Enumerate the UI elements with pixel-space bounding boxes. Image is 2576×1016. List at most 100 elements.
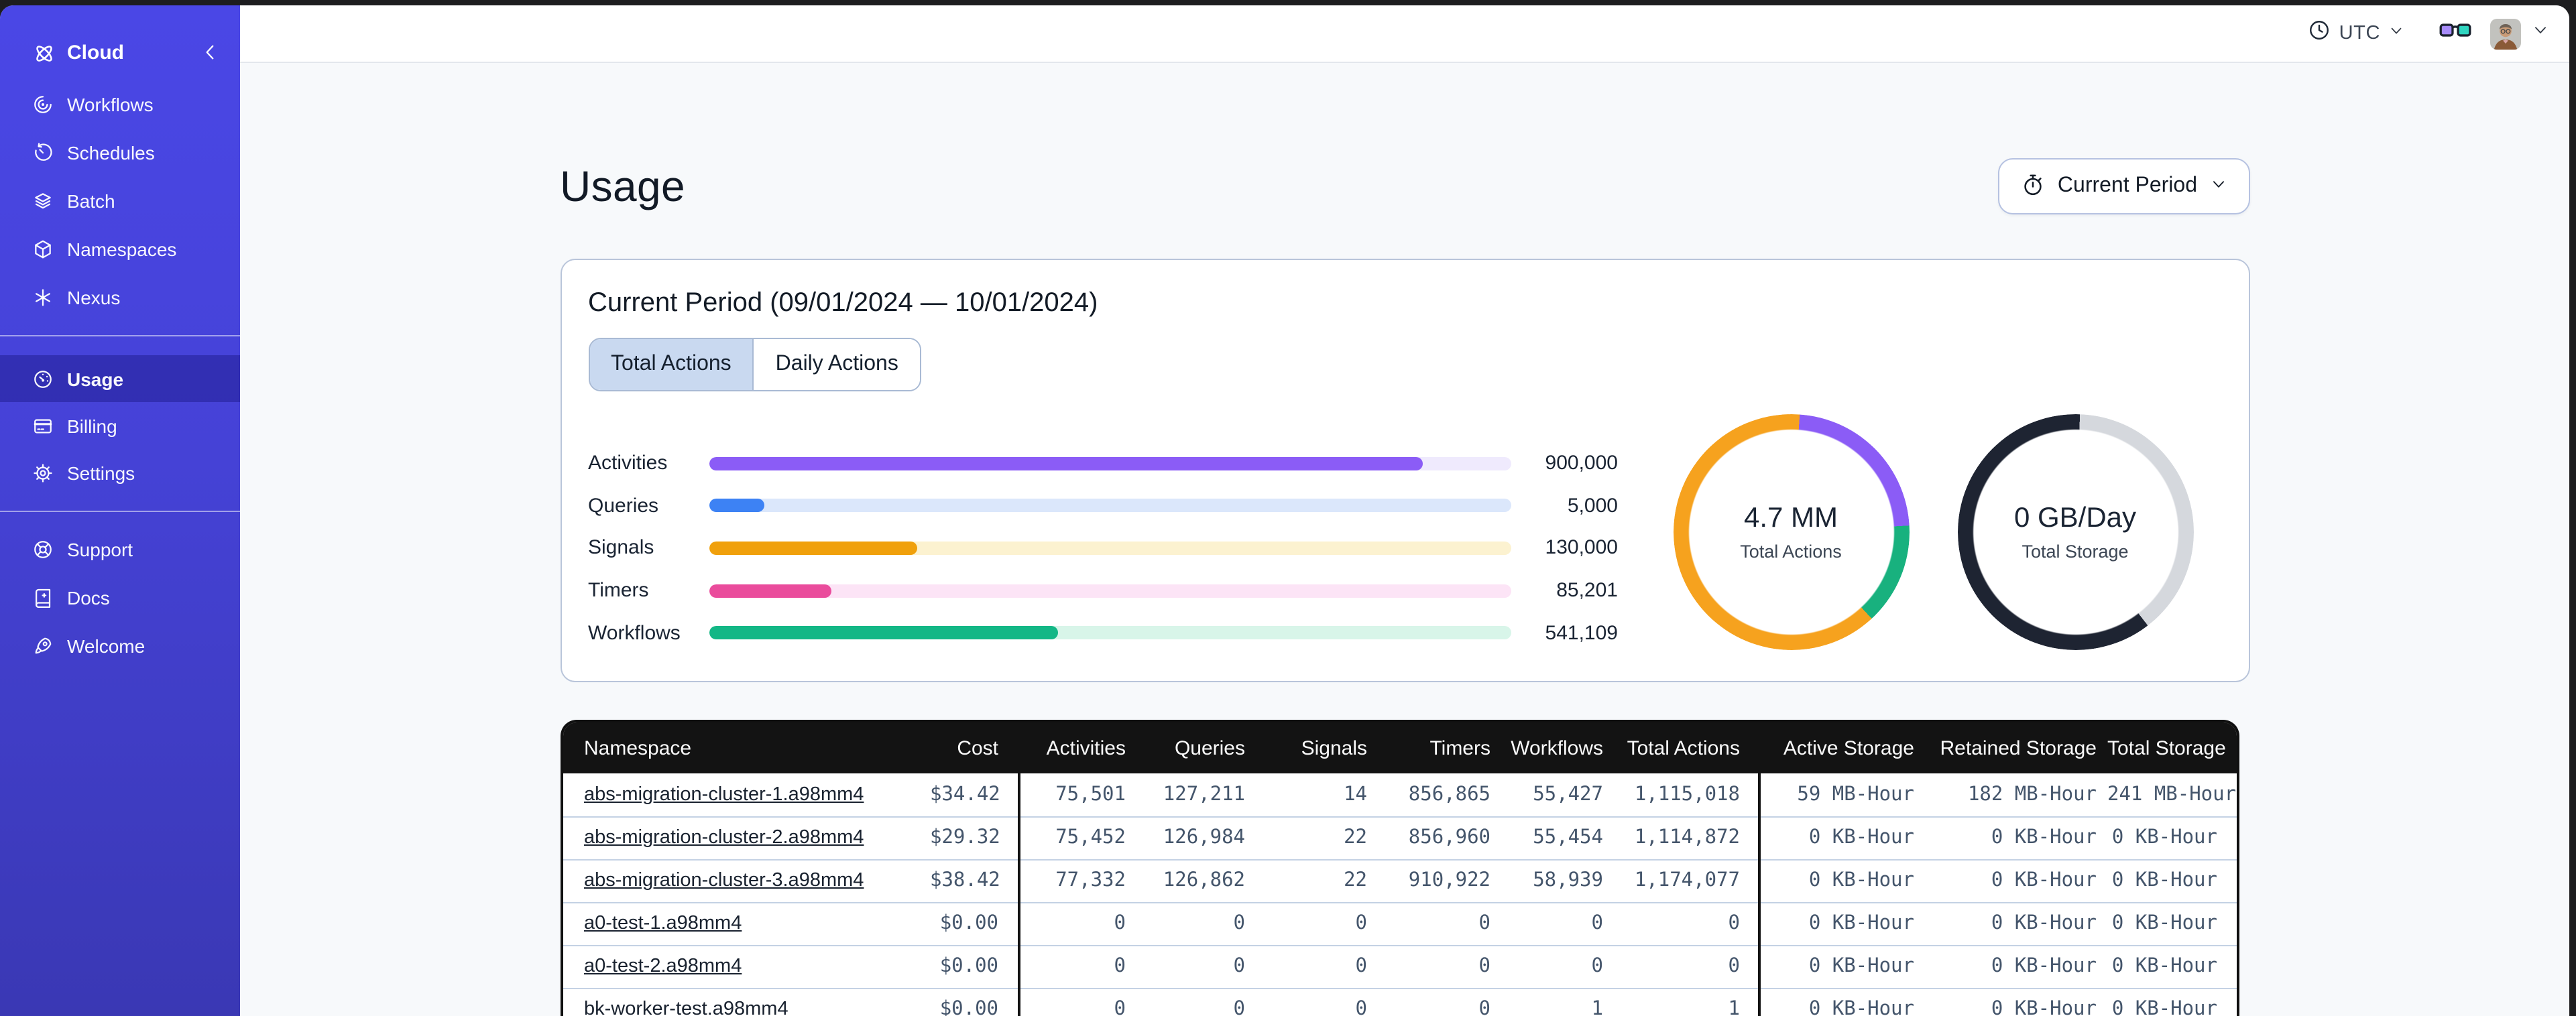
table-cell: $29.32 [930, 816, 1020, 860]
table-cell: 910,922 [1378, 859, 1501, 903]
table-cell: 0 [1136, 902, 1256, 946]
table-cell: 0 KB-Hour [1925, 902, 2107, 946]
sidebar-item-nexus[interactable]: Nexus [0, 273, 240, 322]
table-cell: 0 KB-Hour [2107, 902, 2236, 946]
sidebar-item-support[interactable]: Support [0, 525, 240, 574]
column-header-active-storage[interactable]: Active Storage [1759, 722, 1925, 773]
bar-row-timers: Timers 85,201 [588, 570, 1618, 612]
table-cell: $0.00 [930, 988, 1020, 1016]
avatar[interactable] [2490, 18, 2521, 49]
sidebar-item-namespaces[interactable]: Namespaces [0, 225, 240, 273]
sidebar-divider [0, 511, 240, 512]
table-cell: $38.42 [930, 859, 1020, 903]
glasses-icon[interactable] [2439, 20, 2471, 47]
table-cell: 0 KB-Hour [1925, 816, 2107, 860]
namespace-link[interactable]: abs-migration-cluster-1.a98mm4 [563, 773, 930, 817]
tab-total-actions[interactable]: Total Actions [589, 339, 753, 390]
tab-daily-actions[interactable]: Daily Actions [752, 339, 920, 390]
column-header-signals[interactable]: Signals [1256, 722, 1378, 773]
table-cell: 856,865 [1378, 773, 1501, 817]
sidebar-item-billing[interactable]: Billing [0, 402, 240, 449]
table-cell: 0 [1614, 902, 1760, 946]
sidebar-item-label: Usage [67, 368, 124, 389]
donut-label: Total Storage [2022, 541, 2129, 562]
usage-gauge-icon [32, 368, 54, 389]
bar-value: 900,000 [1545, 452, 1618, 475]
column-header-namespace[interactable]: Namespace [563, 722, 930, 773]
table-cell: 0 KB-Hour [1925, 859, 2107, 903]
period-selector-label: Current Period [2057, 174, 2197, 197]
bar-value: 5,000 [1567, 494, 1618, 517]
sidebar-item-usage[interactable]: Usage [0, 355, 240, 402]
period-selector-button[interactable]: Current Period [1998, 158, 2249, 214]
table-cell: 0 KB-Hour [1759, 988, 1925, 1016]
table-cell: 1,174,077 [1614, 859, 1760, 903]
bar-label: Workflows [588, 621, 681, 645]
sidebar-footer-nav: Support Docs Welcome [0, 525, 240, 670]
bar-label: Timers [588, 579, 649, 602]
chevron-down-icon [2388, 21, 2404, 46]
table-cell: 55,427 [1501, 773, 1614, 817]
batch-layers-icon [32, 190, 54, 212]
column-header-cost[interactable]: Cost [930, 722, 1020, 773]
column-header-retained-storage[interactable]: Retained Storage [1925, 722, 2107, 773]
timezone-selector[interactable]: UTC [2308, 19, 2404, 48]
current-period-card: Current Period (09/01/2024 — 10/01/2024)… [560, 259, 2249, 682]
table-cell: 0 KB-Hour [1759, 859, 1925, 903]
temporal-cloud-app: Cloud Workflows Schedules Batch Namespac… [0, 0, 2576, 1016]
sidebar-item-settings[interactable]: Settings [0, 449, 240, 496]
namespace-link[interactable]: abs-migration-cluster-3.a98mm4 [563, 859, 930, 903]
column-header-queries[interactable]: Queries [1136, 722, 1256, 773]
namespaces-cube-icon [32, 239, 54, 260]
table-cell: 0 [1136, 988, 1256, 1016]
column-header-total-storage[interactable]: Total Storage [2107, 722, 2236, 773]
table-cell: 0 KB-Hour [1759, 816, 1925, 860]
namespace-link[interactable]: a0-test-2.a98mm4 [563, 945, 930, 989]
table-row: abs-migration-cluster-1.a98mm4 $34.42 75,5… [563, 773, 2236, 817]
bar-fill [709, 499, 765, 513]
table-cell: 14 [1256, 773, 1378, 817]
cloud-orbit-icon [32, 42, 54, 63]
sidebar-divider [0, 335, 240, 336]
donut-value: 0 GB/Day [2013, 502, 2137, 533]
table-cell: 0 [1378, 945, 1501, 989]
account-menu-chevron-icon[interactable] [2532, 21, 2549, 46]
column-header-timers[interactable]: Timers [1378, 722, 1501, 773]
table-cell: 22 [1256, 816, 1378, 860]
table-cell: 0 [1501, 902, 1614, 946]
nexus-asterisk-icon [32, 287, 54, 308]
namespace-link[interactable]: abs-migration-cluster-2.a98mm4 [563, 816, 930, 860]
table-cell: 126,862 [1136, 859, 1256, 903]
sidebar-item-docs[interactable]: Docs [0, 574, 240, 622]
table-cell: 0 KB-Hour [1925, 988, 2107, 1016]
table-cell: 0 [1501, 945, 1614, 989]
stopwatch-icon [2022, 172, 2046, 200]
table-cell: 22 [1256, 859, 1378, 903]
table-cell: 0 [1378, 902, 1501, 946]
sidebar-collapse-icon[interactable] [200, 42, 221, 63]
sidebar-item-label: Billing [67, 415, 117, 436]
namespace-link[interactable]: a0-test-1.a98mm4 [563, 902, 930, 946]
table-cell: $34.42 [930, 773, 1020, 817]
workflows-spiral-icon [32, 94, 54, 115]
table-cell: 0 KB-Hour [1925, 945, 2107, 989]
sidebar-item-welcome[interactable]: Welcome [0, 622, 240, 670]
bar-row-workflows: Workflows 541,109 [588, 612, 1618, 654]
column-header-activities[interactable]: Activities [1018, 722, 1136, 773]
sidebar-item-workflows[interactable]: Workflows [0, 80, 240, 129]
sidebar-brand[interactable]: Cloud [0, 35, 240, 70]
table-row: abs-migration-cluster-2.a98mm4 $29.32 75,4… [563, 816, 2236, 860]
content-area: Usage Current Period Current Period (09/… [240, 63, 2569, 1016]
page-title: Usage [560, 162, 685, 210]
table-cell: 0 [1378, 988, 1501, 1016]
sidebar-item-schedules[interactable]: Schedules [0, 129, 240, 177]
bar-row-signals: Signals 130,000 [588, 527, 1618, 569]
bar-row-activities: Activities 900,000 [588, 442, 1618, 485]
sidebar-item-batch[interactable]: Batch [0, 177, 240, 225]
app-window: Cloud Workflows Schedules Batch Namespac… [0, 5, 2569, 1016]
namespace-link[interactable]: bk-worker-test.a98mm4 [563, 988, 930, 1016]
bar-fill [709, 584, 831, 598]
column-header-workflows[interactable]: Workflows [1501, 722, 1614, 773]
table-cell: 0 KB-Hour [2107, 859, 2236, 903]
column-header-total-actions[interactable]: Total Actions [1614, 722, 1760, 773]
